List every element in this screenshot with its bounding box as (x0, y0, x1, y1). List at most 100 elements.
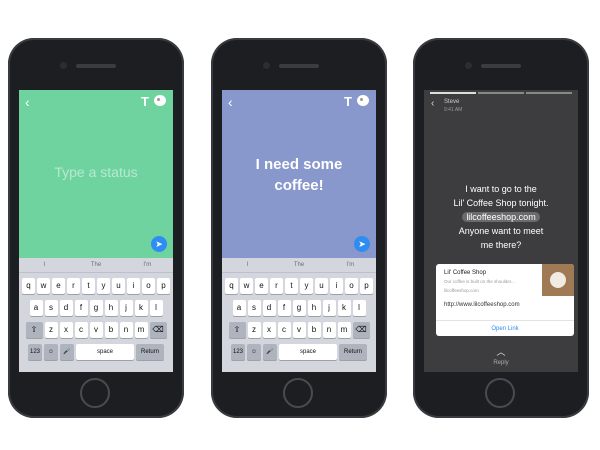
home-button[interactable] (485, 378, 515, 408)
open-link-button[interactable]: Open Link (436, 320, 574, 336)
key-b[interactable]: b (104, 322, 118, 338)
key-h[interactable]: h (307, 300, 321, 316)
compose-area-green[interactable]: ‹ T Type a status ➤ (19, 90, 173, 258)
mic-icon[interactable]: 🎤 (60, 344, 74, 360)
palette-icon[interactable] (154, 95, 166, 106)
suggestion[interactable]: The (70, 258, 121, 272)
key-m[interactable]: m (337, 322, 351, 338)
key-n[interactable]: n (322, 322, 336, 338)
key-s[interactable]: s (44, 300, 58, 316)
card-url[interactable]: http://www.lilcoffeeshop.com (444, 302, 520, 308)
key-w[interactable]: w (37, 278, 50, 294)
key-b[interactable]: b (307, 322, 321, 338)
home-button[interactable] (80, 378, 110, 408)
return-key[interactable]: Return (136, 344, 164, 360)
card-description: Our coffee is built on the shoulder... (444, 279, 515, 284)
key-c[interactable]: c (74, 322, 88, 338)
return-key[interactable]: Return (339, 344, 367, 360)
key-e[interactable]: e (255, 278, 268, 294)
key-u[interactable]: u (315, 278, 328, 294)
shift-icon[interactable]: ⇧ (25, 322, 43, 338)
home-button[interactable] (283, 378, 313, 408)
palette-icon[interactable] (357, 95, 369, 106)
key-u[interactable]: u (112, 278, 125, 294)
key-m[interactable]: m (134, 322, 148, 338)
key-h[interactable]: h (104, 300, 118, 316)
key-f[interactable]: f (74, 300, 88, 316)
mic-icon[interactable]: 🎤 (263, 344, 277, 360)
suggestion[interactable]: I (222, 258, 273, 272)
shift-icon[interactable]: ⇧ (228, 322, 246, 338)
key-r[interactable]: r (270, 278, 283, 294)
key-j[interactable]: j (322, 300, 336, 316)
message-line: me there? (480, 240, 522, 250)
message-line: Lil' Coffee Shop tonight. (453, 198, 549, 208)
key-o[interactable]: o (345, 278, 358, 294)
text-tool-icon[interactable]: T (344, 94, 352, 109)
numbers-key[interactable]: 123 (28, 344, 42, 360)
key-x[interactable]: x (262, 322, 276, 338)
key-l[interactable]: l (149, 300, 163, 316)
backspace-icon[interactable]: ⌫ (352, 322, 370, 338)
key-n[interactable]: n (119, 322, 133, 338)
key-s[interactable]: s (247, 300, 261, 316)
key-k[interactable]: k (337, 300, 351, 316)
key-r[interactable]: r (67, 278, 80, 294)
chevron-up-icon[interactable]: ︿ (424, 345, 578, 358)
key-z[interactable]: z (44, 322, 58, 338)
numbers-key[interactable]: 123 (231, 344, 245, 360)
status-placeholder[interactable]: Type a status (19, 164, 173, 180)
status-text[interactable]: I need some coffee! (232, 154, 366, 196)
suggestion[interactable]: The (273, 258, 324, 272)
key-g[interactable]: g (89, 300, 103, 316)
key-i[interactable]: i (127, 278, 140, 294)
space-key[interactable]: space (279, 344, 337, 360)
key-g[interactable]: g (292, 300, 306, 316)
emoji-icon[interactable]: ☺ (44, 344, 58, 360)
emoji-icon[interactable]: ☺ (247, 344, 261, 360)
key-a[interactable]: a (29, 300, 43, 316)
key-d[interactable]: d (59, 300, 73, 316)
status-line-2: coffee! (274, 177, 324, 194)
key-q[interactable]: q (225, 278, 238, 294)
link-preview-card[interactable]: Lil' Coffee Shop Our coffee is built on … (436, 264, 574, 336)
compose-area-blue[interactable]: ‹ T I need some coffee! ➤ (222, 90, 376, 258)
key-z[interactable]: z (247, 322, 261, 338)
key-f[interactable]: f (277, 300, 291, 316)
key-p[interactable]: p (360, 278, 373, 294)
key-q[interactable]: q (22, 278, 35, 294)
suggestion[interactable]: I'm (122, 258, 173, 272)
key-v[interactable]: v (89, 322, 103, 338)
key-d[interactable]: d (262, 300, 276, 316)
key-p[interactable]: p (157, 278, 170, 294)
key-row-3: ⇧ z x c v b n m ⌫ (222, 322, 376, 338)
key-y[interactable]: y (300, 278, 313, 294)
send-icon[interactable]: ➤ (354, 236, 370, 252)
key-i[interactable]: i (330, 278, 343, 294)
back-arrow-icon[interactable]: ‹ (25, 94, 30, 110)
key-l[interactable]: l (352, 300, 366, 316)
message-link[interactable]: lilcoffeeshop.com (462, 212, 540, 222)
key-w[interactable]: w (240, 278, 253, 294)
reply-button[interactable]: Reply (424, 360, 578, 366)
key-c[interactable]: c (277, 322, 291, 338)
key-j[interactable]: j (119, 300, 133, 316)
suggestion[interactable]: I'm (325, 258, 376, 272)
back-arrow-icon[interactable]: ‹ (228, 94, 233, 110)
key-v[interactable]: v (292, 322, 306, 338)
text-tool-icon[interactable]: T (141, 94, 149, 109)
message-view: ‹ Steve 9:41 AM I want to go to the Lil'… (424, 90, 578, 372)
send-icon[interactable]: ➤ (151, 236, 167, 252)
key-y[interactable]: y (97, 278, 110, 294)
key-e[interactable]: e (52, 278, 65, 294)
key-t[interactable]: t (82, 278, 95, 294)
key-t[interactable]: t (285, 278, 298, 294)
back-arrow-icon[interactable]: ‹ (431, 98, 434, 109)
key-o[interactable]: o (142, 278, 155, 294)
backspace-icon[interactable]: ⌫ (149, 322, 167, 338)
key-k[interactable]: k (134, 300, 148, 316)
space-key[interactable]: space (76, 344, 134, 360)
suggestion[interactable]: I (19, 258, 70, 272)
key-x[interactable]: x (59, 322, 73, 338)
key-a[interactable]: a (232, 300, 246, 316)
